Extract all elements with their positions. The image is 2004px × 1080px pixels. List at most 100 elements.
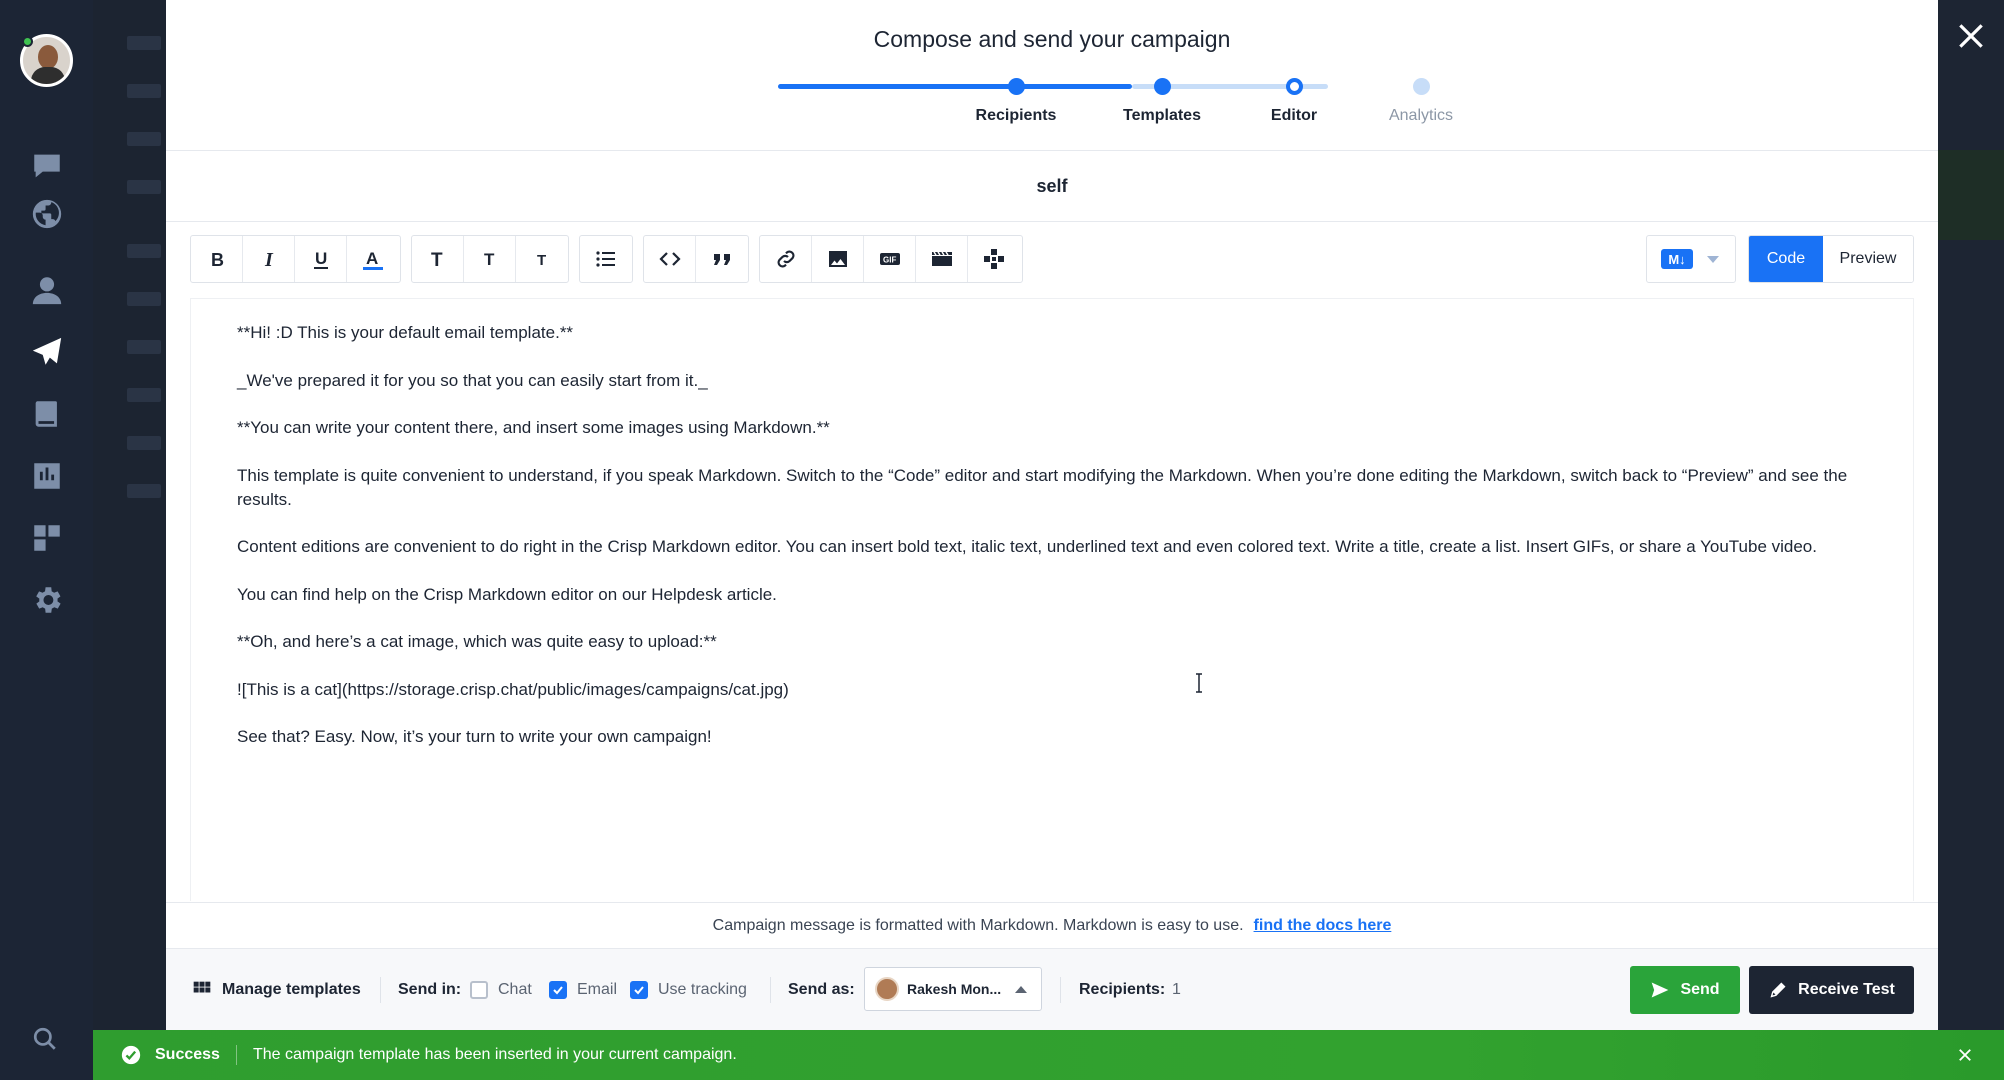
action-bar: Manage templates Send in: Chat Email Use…: [166, 948, 1938, 1030]
search-icon[interactable]: [32, 1026, 58, 1057]
online-status-dot: [22, 36, 33, 47]
receive-test-button[interactable]: Receive Test: [1749, 966, 1914, 1014]
docs-link[interactable]: find the docs here: [1254, 917, 1392, 935]
send-button-label: Send: [1680, 981, 1720, 998]
image-icon[interactable]: [812, 236, 864, 282]
chat-checkbox[interactable]: Chat: [470, 949, 532, 1031]
toast-title: Success: [155, 1046, 220, 1063]
send-button[interactable]: Send: [1630, 966, 1740, 1014]
svg-text:T: T: [537, 252, 546, 269]
sender-select[interactable]: Rakesh Mon...: [864, 967, 1042, 1011]
underline-button[interactable]: U: [295, 236, 347, 282]
editor-line: You can find help on the Crisp Markdown …: [237, 584, 777, 604]
heading-group: T T T: [411, 235, 569, 283]
link-icon[interactable]: [760, 236, 812, 282]
checkmark-icon: [549, 981, 567, 999]
book-icon[interactable]: [29, 396, 65, 432]
step-dot-analytics: [1413, 78, 1430, 95]
step-dot-recipients[interactable]: [1008, 78, 1025, 95]
send-in-label: Send in:: [398, 981, 462, 998]
embed-icon[interactable]: [968, 236, 1020, 282]
chevron-up-icon: [1015, 985, 1028, 993]
globe-icon[interactable]: [29, 196, 65, 232]
svg-text:I: I: [264, 249, 274, 271]
recipients-label: Recipients:: [1079, 981, 1166, 998]
svg-text:GIF: GIF: [883, 256, 896, 265]
editor-line: **You can write your content there, and …: [237, 418, 830, 437]
email-checkbox[interactable]: Email: [549, 949, 617, 1031]
hint-text: Campaign message is formatted with Markd…: [712, 916, 1244, 934]
stepper: Recipients Templates Editor Analytics: [778, 75, 1494, 135]
modal-title: Compose and send your campaign: [873, 26, 1231, 52]
heading-1-button[interactable]: T: [412, 236, 464, 282]
chevron-down-icon: [1707, 255, 1719, 263]
compose-modal: Compose and send your campaign Recipient…: [166, 0, 1938, 1030]
editor-line: ![This is a cat](https://storage.crisp.c…: [237, 679, 789, 699]
send-as-label: Send as:: [788, 981, 855, 998]
text-style-group: B I U A: [190, 235, 401, 283]
svg-text:A: A: [366, 249, 378, 268]
tracking-checkbox[interactable]: Use tracking: [630, 949, 747, 1031]
pen-icon: [1770, 982, 1786, 998]
gear-icon[interactable]: [29, 582, 65, 618]
user-icon[interactable]: [29, 272, 65, 308]
preview-mode-button[interactable]: Preview: [1823, 236, 1913, 282]
sender-name: Rakesh Mon...: [907, 981, 1002, 997]
sender-avatar: [875, 977, 899, 1001]
background-right-column: [1938, 0, 2004, 1030]
manage-templates-button[interactable]: Manage templates: [192, 949, 361, 1031]
editor-line: **Hi! :D This is your default email temp…: [237, 323, 574, 342]
step-label-recipients[interactable]: Recipients: [976, 107, 1057, 125]
italic-button[interactable]: I: [243, 236, 295, 282]
heading-3-button[interactable]: T: [516, 236, 568, 282]
code-quote-group: [643, 235, 749, 283]
manage-templates-label: Manage templates: [222, 981, 361, 998]
svg-text:B: B: [211, 250, 224, 270]
chat-label: Chat: [498, 981, 532, 998]
editor-line: This template is quite convenient to und…: [237, 465, 1848, 509]
step-label-templates[interactable]: Templates: [1123, 107, 1201, 125]
heading-2-button[interactable]: T: [464, 236, 516, 282]
receive-test-label: Receive Test: [1798, 981, 1895, 998]
campaign-subject[interactable]: self: [166, 151, 1938, 222]
checkmark-icon: [630, 981, 648, 999]
media-group: GIF: [759, 235, 1023, 283]
close-icon[interactable]: [1956, 1046, 1974, 1064]
toast-message: The campaign template has been inserted …: [252, 1046, 737, 1063]
svg-text:U: U: [315, 249, 327, 268]
code-mode-button[interactable]: Code: [1749, 236, 1823, 282]
quote-icon[interactable]: [696, 236, 748, 282]
list-group: [579, 235, 633, 283]
success-toast: Success The campaign template has been i…: [93, 1030, 2004, 1080]
editor-line: **Oh, and here’s a cat image, which was …: [237, 632, 717, 651]
markdown-editor[interactable]: **Hi! :D This is your default email temp…: [190, 298, 1914, 901]
app-sidebar: [0, 0, 93, 1080]
editor-line: See that? Easy. Now, it’s your turn to w…: [237, 727, 712, 746]
format-select[interactable]: M↓: [1646, 235, 1736, 283]
editor-line: Content editions are convenient to do ri…: [237, 537, 1817, 556]
svg-text:T: T: [484, 250, 495, 269]
video-icon[interactable]: [916, 236, 968, 282]
plugins-icon[interactable]: [29, 520, 65, 556]
step-label-editor[interactable]: Editor: [1271, 107, 1317, 125]
code-icon[interactable]: [644, 236, 696, 282]
close-modal-icon[interactable]: [1955, 20, 1987, 52]
email-label: Email: [577, 981, 618, 998]
paper-plane-icon[interactable]: [29, 334, 65, 370]
chart-icon[interactable]: [29, 458, 65, 494]
chat-icon[interactable]: [29, 148, 65, 184]
editor-line: _We've prepared it for you so that you c…: [237, 370, 708, 390]
text-color-button[interactable]: A: [347, 236, 399, 282]
gif-icon[interactable]: GIF: [864, 236, 916, 282]
check-circle-icon: [121, 1045, 141, 1065]
recipients-count: 1: [1172, 981, 1181, 998]
list-icon[interactable]: [580, 236, 632, 282]
step-label-analytics: Analytics: [1388, 107, 1454, 124]
bold-button[interactable]: B: [191, 236, 243, 282]
step-dot-templates[interactable]: [1154, 78, 1171, 95]
modal-header: Compose and send your campaign Recipient…: [166, 0, 1938, 151]
markdown-hint: Campaign message is formatted with Markd…: [166, 902, 1938, 948]
editor-toolbar: B I U A T T T GIF M↓ Code Preview: [190, 235, 1914, 283]
step-dot-editor[interactable]: [1286, 78, 1303, 95]
tracking-label: Use tracking: [658, 981, 747, 998]
